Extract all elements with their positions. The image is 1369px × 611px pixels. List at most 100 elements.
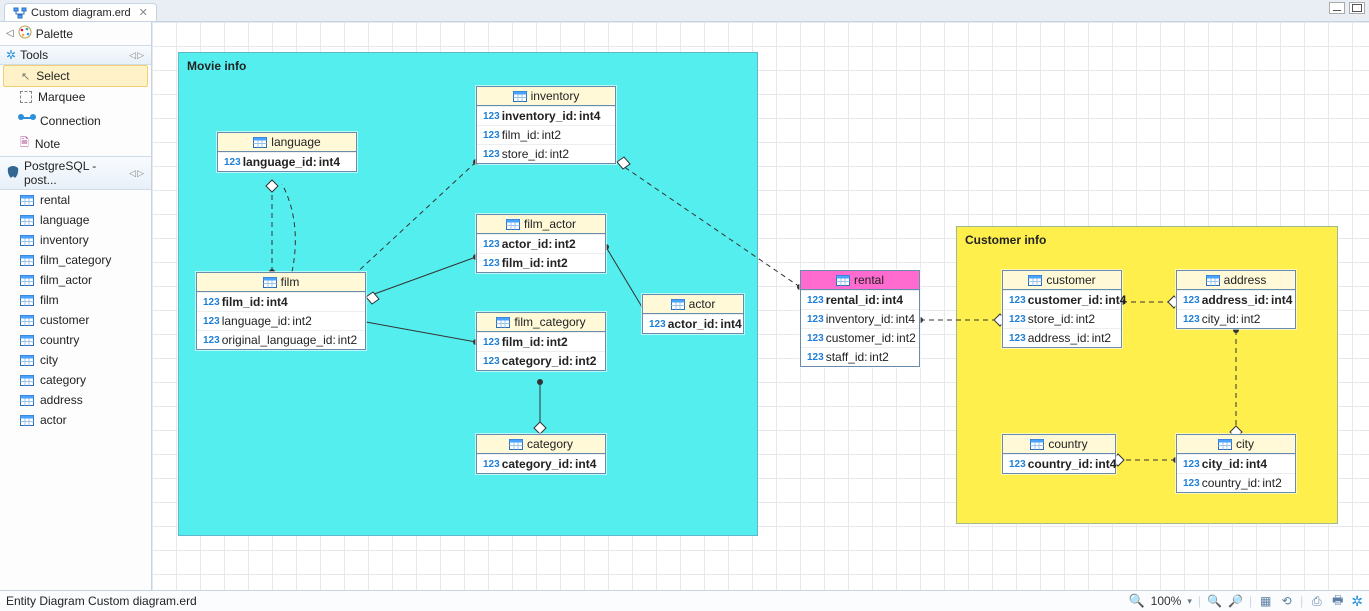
entity-header[interactable]: city bbox=[1177, 435, 1295, 454]
entity-rental[interactable]: rental123 rental_id: int4123 inventory_i… bbox=[800, 270, 920, 367]
entity-header[interactable]: country bbox=[1003, 435, 1115, 454]
chevron-down-icon[interactable]: ▾ bbox=[1187, 596, 1192, 607]
entity-address[interactable]: address123 address_id: int4123 city_id: … bbox=[1176, 270, 1296, 329]
column-city_id[interactable]: 123 city_id: int2 bbox=[1177, 309, 1295, 328]
section-tools[interactable]: ✲ Tools ◁▷ bbox=[0, 45, 151, 65]
entity-header[interactable]: rental bbox=[801, 271, 919, 290]
entity-city[interactable]: city123 city_id: int4123 country_id: int… bbox=[1176, 434, 1296, 493]
entity-header[interactable]: film_category bbox=[477, 313, 605, 332]
sidebar-table-category[interactable]: category bbox=[0, 370, 151, 390]
entity-language[interactable]: language123 language_id: int4 bbox=[217, 132, 357, 172]
tool-connection[interactable]: Connection bbox=[0, 111, 151, 131]
zoom-in-icon[interactable]: 🔎 bbox=[1228, 594, 1243, 609]
entity-country[interactable]: country 123 country_id: int4 bbox=[1002, 434, 1116, 474]
datatype-icon: 123 bbox=[483, 356, 500, 367]
datatype-icon: 123 bbox=[1183, 295, 1200, 306]
search-icon[interactable]: 🔍 bbox=[1128, 593, 1144, 609]
sidebar-table-city[interactable]: city bbox=[0, 350, 151, 370]
table-icon bbox=[20, 335, 34, 346]
sidebar-table-country[interactable]: country bbox=[0, 330, 151, 350]
entity-header[interactable]: customer bbox=[1003, 271, 1121, 290]
entity-film_actor[interactable]: film_actor123 actor_id: int2123 film_id:… bbox=[476, 214, 606, 273]
minimize-icon[interactable] bbox=[1329, 2, 1345, 14]
column-name: staff_id: bbox=[826, 350, 868, 364]
column-actor_id[interactable]: 123 actor_id: int2 bbox=[477, 234, 605, 253]
sidebar-table-film[interactable]: film bbox=[0, 290, 151, 310]
tool-select[interactable]: Select bbox=[3, 65, 148, 87]
column-customer_id[interactable]: 123 customer_id: int4 bbox=[1003, 290, 1121, 309]
column-film_id[interactable]: 123 film_id: int2 bbox=[477, 125, 615, 144]
export-icon[interactable]: ⎙ bbox=[1309, 594, 1324, 609]
column-film_id[interactable]: 123 film_id: int2 bbox=[477, 332, 605, 351]
column-inventory_id[interactable]: 123 inventory_id: int4 bbox=[801, 309, 919, 328]
collapse-icon[interactable]: ◁▷ bbox=[129, 168, 145, 179]
column-store_id[interactable]: 123 store_id: int2 bbox=[1003, 309, 1121, 328]
column-country_id[interactable]: 123 country_id: int2 bbox=[1177, 473, 1295, 492]
layout-icon[interactable]: ▦ bbox=[1258, 594, 1273, 609]
print-icon[interactable]: 🖶 bbox=[1330, 594, 1345, 609]
column-type: int4 bbox=[579, 109, 600, 123]
entity-header[interactable]: film_actor bbox=[477, 215, 605, 234]
column-staff_id[interactable]: 123 staff_id: int2 bbox=[801, 347, 919, 366]
collapse-icon[interactable]: ◁▷ bbox=[129, 50, 145, 61]
palette-title: Palette bbox=[36, 27, 73, 41]
entity-title: country bbox=[1048, 437, 1087, 451]
tool-note[interactable]: Note bbox=[0, 131, 151, 156]
entity-header[interactable]: language bbox=[218, 133, 356, 152]
entity-customer[interactable]: customer123 customer_id: int4123 store_i… bbox=[1002, 270, 1122, 348]
entity-film_category[interactable]: film_category123 film_id: int2123 catego… bbox=[476, 312, 606, 371]
column-category_id[interactable]: 123 category_id: int4 bbox=[477, 454, 605, 473]
column-rental_id[interactable]: 123 rental_id: int4 bbox=[801, 290, 919, 309]
sidebar-table-inventory[interactable]: inventory bbox=[0, 230, 151, 250]
tool-marquee[interactable]: Marquee bbox=[0, 87, 151, 107]
entity-actor[interactable]: actor123 actor_id: int4 bbox=[642, 294, 744, 334]
column-language_id[interactable]: 123 language_id: int4 bbox=[218, 152, 356, 171]
entity-inventory[interactable]: inventory123 inventory_id: int4123 film_… bbox=[476, 86, 616, 164]
entity-header[interactable]: address bbox=[1177, 271, 1295, 290]
zoom-out-icon[interactable]: 🔍 bbox=[1207, 594, 1222, 609]
zoom-value[interactable]: 100% bbox=[1151, 594, 1182, 608]
column-address_id[interactable]: 123 address_id: int2 bbox=[1003, 328, 1121, 347]
column-city_id[interactable]: 123 city_id: int4 bbox=[1177, 454, 1295, 473]
column-film_id[interactable]: 123 film_id: int4 bbox=[197, 292, 365, 311]
refresh-icon[interactable]: ⟲ bbox=[1279, 594, 1294, 609]
entity-category[interactable]: category123 category_id: int4 bbox=[476, 434, 606, 474]
entity-film[interactable]: film123 film_id: int4123 language_id: in… bbox=[196, 272, 366, 350]
column-inventory_id[interactable]: 123 inventory_id: int4 bbox=[477, 106, 615, 125]
sidebar-table-customer[interactable]: customer bbox=[0, 310, 151, 330]
sidebar-table-rental[interactable]: rental bbox=[0, 190, 151, 210]
sidebar-table-film_category[interactable]: film_category bbox=[0, 250, 151, 270]
entity-header[interactable]: actor bbox=[643, 295, 743, 314]
maximize-icon[interactable] bbox=[1349, 2, 1365, 14]
gear-icon: ✲ bbox=[6, 48, 16, 62]
entity-header[interactable]: film bbox=[197, 273, 365, 292]
sidebar-table-film_actor[interactable]: film_actor bbox=[0, 270, 151, 290]
column-type: int2 bbox=[554, 237, 575, 251]
column-country_id[interactable]: 123 country_id: int4 bbox=[1003, 454, 1115, 473]
sidebar-table-actor[interactable]: actor bbox=[0, 410, 151, 430]
settings-icon[interactable]: ✲ bbox=[1351, 593, 1363, 610]
column-category_id[interactable]: 123 category_id: int2 bbox=[477, 351, 605, 370]
sidebar-table-language[interactable]: language bbox=[0, 210, 151, 230]
table-icon bbox=[20, 195, 34, 206]
tab-custom-diagram[interactable]: Custom diagram.erd ✕ bbox=[4, 3, 157, 21]
column-customer_id[interactable]: 123 customer_id: int2 bbox=[801, 328, 919, 347]
datatype-icon: 123 bbox=[203, 335, 220, 346]
diagram-canvas[interactable]: Movie info Customer info bbox=[152, 22, 1369, 590]
column-original_language_id[interactable]: 123 original_language_id: int2 bbox=[197, 330, 365, 349]
entity-header[interactable]: inventory bbox=[477, 87, 615, 106]
sidebar-table-address[interactable]: address bbox=[0, 390, 151, 410]
column-actor_id[interactable]: 123 actor_id: int4 bbox=[643, 314, 743, 333]
column-name: address_id: bbox=[1028, 331, 1090, 345]
column-store_id[interactable]: 123 store_id: int2 bbox=[477, 144, 615, 163]
column-language_id[interactable]: 123 language_id: int2 bbox=[197, 311, 365, 330]
column-address_id[interactable]: 123 address_id: int4 bbox=[1177, 290, 1295, 309]
table-icon bbox=[671, 299, 685, 310]
close-icon[interactable]: ✕ bbox=[139, 6, 148, 19]
datatype-icon: 123 bbox=[203, 316, 220, 327]
table-label: film_actor bbox=[40, 273, 92, 287]
section-postgres[interactable]: PostgreSQL - post... ◁▷ bbox=[0, 156, 151, 190]
column-film_id[interactable]: 123 film_id: int2 bbox=[477, 253, 605, 272]
back-icon[interactable]: ◁ bbox=[6, 28, 14, 39]
entity-header[interactable]: category bbox=[477, 435, 605, 454]
